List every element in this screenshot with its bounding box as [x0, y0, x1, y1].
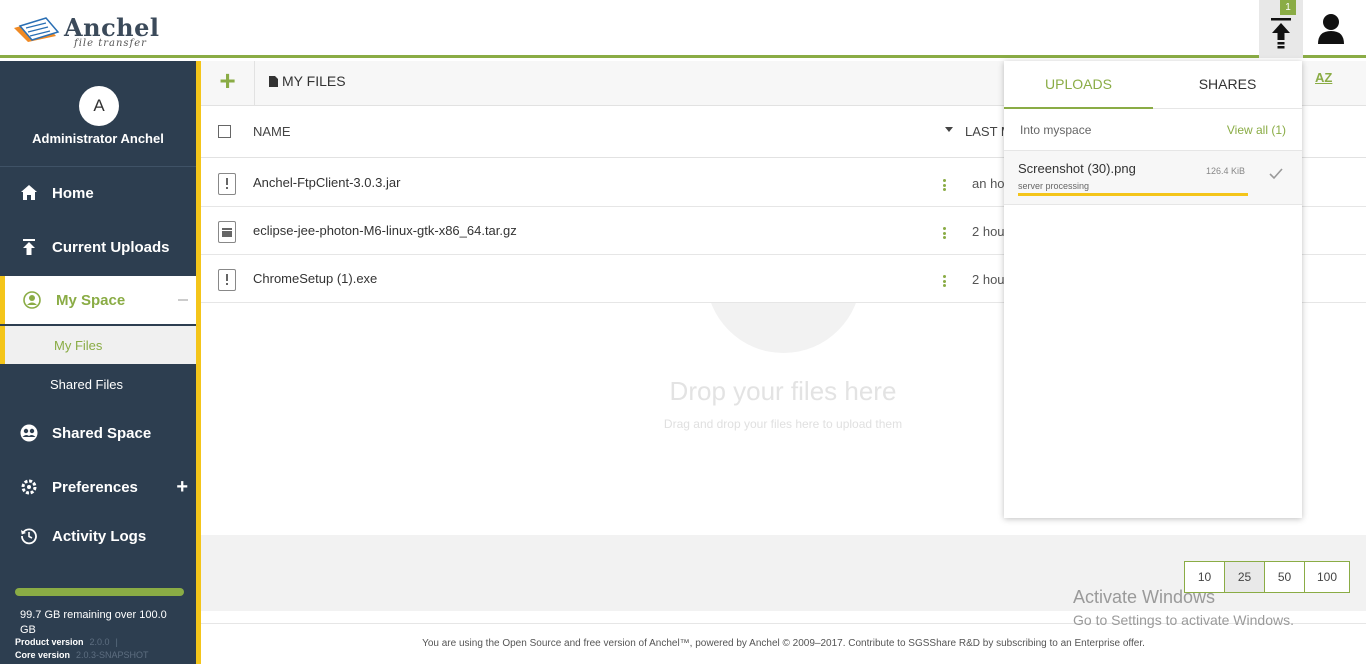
sidebar-subitem-shared-files[interactable]: Shared Files — [0, 365, 196, 403]
archive-icon — [218, 221, 236, 243]
sidebar-item-home[interactable]: Home — [0, 173, 196, 213]
upload-icon — [23, 239, 35, 255]
core-version-label: Core version — [15, 650, 71, 660]
upload-progress-bar — [1018, 193, 1248, 196]
upload-item[interactable]: Screenshot (30).png 126.4 KiB server pro… — [1004, 150, 1302, 205]
sidebar-item-current-uploads[interactable]: Current Uploads — [0, 227, 196, 267]
activation-watermark-subtitle: Go to Settings to activate Windows. — [1073, 612, 1294, 628]
logo-tagline: file transfer — [74, 38, 147, 49]
add-button[interactable]: + — [201, 61, 255, 106]
file-alert-icon — [218, 269, 236, 291]
quota-text: 99.7 GB remaining over 100.0 GB — [20, 609, 167, 636]
column-header-name[interactable]: NAME — [253, 124, 291, 139]
sidebar-item-label: Activity Logs — [52, 527, 147, 545]
page-size-option-selected[interactable]: 25 — [1225, 562, 1265, 592]
file-modified: an ho — [972, 176, 1005, 191]
group-icon — [20, 424, 38, 442]
expand-icon[interactable]: + — [176, 476, 188, 499]
sidebar-item-label: Preferences — [52, 478, 138, 496]
file-name[interactable]: ChromeSetup (1).exe — [253, 271, 377, 286]
sort-desc-icon[interactable] — [945, 127, 953, 132]
sidebar-item-label: Home — [52, 184, 94, 202]
breadcrumb-label: MY FILES — [282, 73, 346, 89]
upload-count-badge: 1 — [1280, 0, 1296, 15]
sidebar-subitem-label: Shared Files — [50, 376, 123, 392]
upload-panel: UPLOADS SHARES Into myspace View all (1)… — [1004, 61, 1302, 518]
document-icon — [269, 75, 278, 87]
check-icon — [1269, 168, 1283, 180]
collapse-icon[interactable] — [178, 299, 188, 301]
file-modified: 2 hou — [972, 224, 1005, 239]
logo-mark-icon — [14, 17, 60, 42]
top-bar: Anchel file transfer 1 — [0, 0, 1366, 58]
file-modified: 2 hou — [972, 272, 1005, 287]
file-name[interactable]: eclipse-jee-photon-M6-linux-gtk-x86_64.t… — [253, 223, 517, 238]
sidebar-subitem-label: My Files — [54, 337, 103, 353]
tab-uploads[interactable]: UPLOADS — [1004, 61, 1153, 109]
activation-watermark-title: Activate Windows — [1073, 587, 1216, 607]
view-all-link[interactable]: View all (1) — [1227, 123, 1286, 137]
page-size-option[interactable]: 50 — [1265, 562, 1305, 592]
sidebar: A Administrator Anchel Home Current Uplo… — [0, 61, 196, 664]
row-menu-icon[interactable] — [943, 227, 946, 239]
gear-icon — [21, 479, 37, 495]
user-icon — [1318, 14, 1344, 44]
sidebar-item-my-space[interactable]: My Space — [0, 276, 196, 324]
upload-file-name: Screenshot (30).png — [1018, 161, 1136, 176]
row-menu-icon[interactable] — [943, 275, 946, 287]
sidebar-item-preferences[interactable]: Preferences + — [0, 467, 196, 507]
avatar[interactable]: A — [79, 86, 119, 126]
history-icon — [21, 528, 37, 545]
product-version-value: 2.0.0 — [89, 637, 110, 647]
sidebar-divider — [0, 166, 196, 167]
footer-notice: You are using the Open Source and free v… — [201, 623, 1366, 664]
sidebar-item-label: My Space — [56, 291, 126, 309]
quota-progress-bar — [15, 588, 185, 596]
sort-az-button[interactable]: AZ — [1315, 70, 1332, 85]
select-all-checkbox[interactable] — [218, 125, 231, 138]
sidebar-item-activity-logs[interactable]: Activity Logs — [0, 516, 196, 556]
core-version-value: 2.0.3-SNAPSHOT — [76, 650, 149, 660]
upload-destination: Into myspace — [1020, 123, 1092, 137]
row-menu-icon[interactable] — [943, 179, 946, 191]
file-alert-icon — [218, 173, 236, 195]
dropzone-subtitle: Drag and drop your files here to upload … — [663, 417, 903, 431]
upload-status: server processing — [1018, 181, 1090, 191]
product-version-label: Product version — [15, 637, 84, 647]
tab-shares[interactable]: SHARES — [1153, 61, 1302, 109]
user-name: Administrator Anchel — [32, 131, 164, 146]
sidebar-item-shared-space[interactable]: Shared Space — [0, 413, 196, 453]
user-menu-button[interactable] — [1310, 10, 1352, 50]
breadcrumb[interactable]: MY FILES — [269, 73, 346, 89]
product-version: Product version 2.0.0 | — [15, 637, 118, 647]
sidebar-subitem-my-files[interactable]: My Files — [0, 326, 196, 364]
sidebar-item-label: Current Uploads — [52, 238, 170, 256]
sidebar-item-label: Shared Space — [52, 424, 152, 442]
home-icon — [21, 185, 37, 200]
app-logo[interactable]: Anchel file transfer — [12, 12, 182, 49]
upload-file-size: 126.4 KiB — [1206, 166, 1246, 176]
dropzone-title: Drop your files here — [669, 376, 897, 406]
file-name[interactable]: Anchel-FtpClient-3.0.3.jar — [253, 175, 400, 190]
page-size-option[interactable]: 100 — [1305, 562, 1349, 592]
user-circle-icon — [23, 291, 41, 309]
core-version: Core version 2.0.3-SNAPSHOT — [15, 650, 149, 660]
